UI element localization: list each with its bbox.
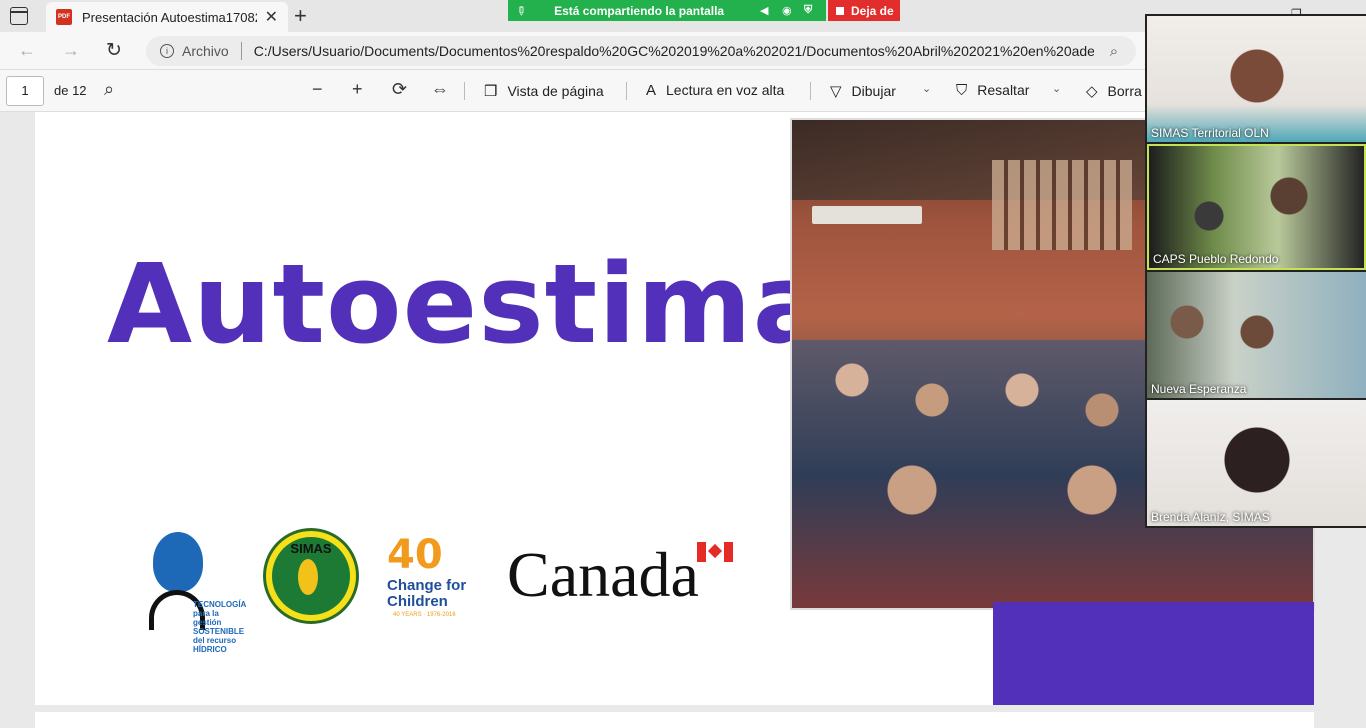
page-number-input[interactable]: 1 (6, 76, 44, 106)
participant-name: SIMAS Territorial OLN (1151, 126, 1269, 140)
slide-title: Autoestima (107, 240, 828, 368)
page-view-label: Vista de página (507, 83, 604, 99)
erase-label: Borra (1107, 83, 1142, 99)
eraser-icon: ◇ (1086, 83, 1098, 100)
cfc-years: 40 YEARS · 1976-2016 (393, 612, 456, 618)
water-tech-logo-text: TECNOLOGÍA para la gestión SOSTENIBLE de… (193, 600, 247, 654)
slide-page: Autoestima TECNOLOGÍA para la gestión SO… (35, 112, 1315, 705)
read-aloud-button[interactable]: A Lectura en voz alta (646, 82, 784, 99)
simas-logo: SIMAS (263, 528, 359, 624)
arrow-left-icon[interactable]: ← (18, 40, 36, 61)
zoom-in-icon[interactable]: + (352, 79, 363, 100)
stop-share-label: Deja de (851, 3, 894, 18)
draw-button[interactable]: ▽ Dibujar (830, 82, 896, 100)
toolbar-divider (464, 82, 465, 100)
search-icon[interactable]: ⌕ (104, 79, 114, 100)
water-tech-logo: TECNOLOGÍA para la gestión SOSTENIBLE de… (135, 522, 246, 654)
simas-logo-text: SIMAS (290, 541, 332, 556)
tab-title: Presentación Autoestima170821 (81, 9, 257, 25)
reload-icon[interactable]: ↻ (106, 39, 122, 62)
arrow-right-icon[interactable]: → (62, 40, 80, 61)
draw-icon: ▽ (830, 83, 842, 100)
zoom-icon[interactable]: ⌕ (1110, 43, 1118, 60)
address-label: Archivo (182, 43, 229, 59)
next-slide-page (35, 712, 1314, 728)
photo-windows (992, 160, 1132, 250)
draw-label: Dibujar (851, 83, 896, 99)
zoom-out-icon[interactable]: − (312, 79, 323, 100)
cfc-text: Change for Children (387, 577, 467, 610)
read-aloud-label: Lectura en voz alta (666, 82, 785, 98)
url-input[interactable]: i Archivo C:/Users/Usuario/Documents/Doc… (146, 36, 1136, 66)
screen-share-bar[interactable]: ✎ Está compartiendo la pantalla ◀ ◉ ⛨ (508, 0, 826, 21)
stop-icon (836, 6, 844, 15)
tab-presentacion[interactable]: PDF Presentación Autoestima170821 ✕ (46, 2, 288, 32)
canada-flag-icon (697, 542, 733, 562)
corn-icon (298, 559, 318, 595)
participant-tile-active[interactable]: CAPS Pueblo Redondo (1147, 144, 1366, 270)
photo-air-conditioner (812, 206, 922, 224)
highlight-button[interactable]: ⛉ Resaltar (956, 82, 1029, 99)
close-tab-icon[interactable]: ✕ (265, 7, 278, 27)
chevron-down-icon[interactable]: ⌄ (922, 82, 931, 95)
pdf-icon: PDF (56, 9, 72, 25)
fit-page-icon[interactable]: ⇔ (431, 79, 449, 100)
highlight-icon: ⛉ (956, 82, 968, 99)
chevron-down-icon[interactable]: ⌄ (1052, 82, 1061, 95)
new-tab-button[interactable]: + (294, 3, 307, 29)
rotate-icon[interactable]: ⟳ (392, 79, 407, 100)
shield-icon[interactable]: ⛨ (804, 4, 818, 17)
highlight-label: Resaltar (977, 82, 1030, 98)
info-icon[interactable]: i (160, 44, 174, 58)
canada-wordmark: Canada (507, 539, 699, 610)
change-for-children-logo: 40 Change for Children 40 YEARS · 1976-2… (387, 532, 487, 642)
read-aloud-icon: A (646, 82, 657, 99)
url-text[interactable]: C:/Users/Usuario/Documents/Documentos%20… (254, 43, 1094, 59)
partner-logos: TECNOLOGÍA para la gestión SOSTENIBLE de… (135, 522, 735, 654)
page-view-icon: ❒ (484, 83, 498, 100)
participant-tile[interactable]: SIMAS Territorial OLN (1147, 16, 1366, 142)
toolbar-divider (626, 82, 627, 100)
participant-name: Brenda Alaníz, SIMAS (1151, 510, 1270, 524)
participant-name: Nueva Esperanza (1151, 382, 1247, 396)
erase-button[interactable]: ◇ Borra (1086, 82, 1142, 100)
water-drop-icon (153, 532, 203, 592)
address-divider (240, 42, 242, 60)
toolbar-divider (810, 82, 811, 100)
pin-icon[interactable]: ✎ (513, 2, 530, 19)
participant-tile[interactable]: Brenda Alaníz, SIMAS (1147, 400, 1366, 526)
window-icon[interactable] (10, 7, 28, 25)
purple-accent-block (993, 602, 1314, 705)
record-icon[interactable]: ◉ (782, 4, 796, 17)
participant-tile[interactable]: Nueva Esperanza (1147, 272, 1366, 398)
page-count: de 12 (54, 83, 87, 98)
share-status-text: Está compartiendo la pantalla (554, 3, 725, 18)
speaker-icon[interactable]: ◀ (760, 4, 774, 17)
cfc-number: 40 (387, 532, 443, 578)
participant-name: CAPS Pueblo Redondo (1153, 252, 1279, 266)
stop-share-button[interactable]: Deja de (828, 0, 900, 21)
participant-panel: SIMAS Territorial OLN CAPS Pueblo Redond… (1145, 14, 1366, 528)
page-view-button[interactable]: ❒ Vista de página (484, 82, 604, 100)
